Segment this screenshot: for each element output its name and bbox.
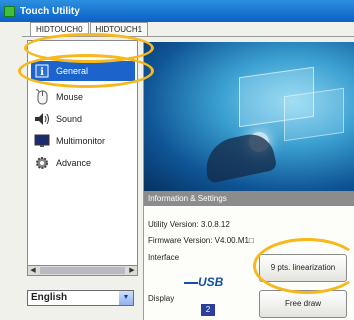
mouse-icon	[33, 89, 51, 105]
sidebar-item-sound[interactable]: Sound	[33, 109, 133, 129]
interface-label: Interface	[148, 253, 180, 262]
sidebar-item-label: Advance	[56, 158, 92, 168]
free-draw-button[interactable]: Free draw	[259, 290, 347, 318]
sidebar-item-multimonitor[interactable]: Multimonitor	[33, 131, 133, 151]
monitor-icon	[33, 133, 51, 149]
sidebar-item-label: Multimonitor	[56, 136, 106, 146]
highlight-ellipse-general	[18, 54, 154, 88]
usb-icon: USB	[198, 275, 224, 289]
chevron-down-icon[interactable]: ▼	[119, 291, 133, 305]
speaker-icon	[33, 111, 51, 127]
utility-version: Utility Version: 3.0.8.12	[148, 220, 230, 229]
section-header: Information & Settings	[144, 191, 354, 206]
usb-icon-line	[184, 282, 198, 284]
sidebar-item-mouse[interactable]: Mouse	[33, 87, 133, 107]
scroll-left-icon[interactable]: ◀	[28, 266, 38, 275]
gear-icon	[33, 155, 51, 171]
sidebar-scrollbar[interactable]: ◀ ▶	[27, 265, 138, 276]
banner-image	[144, 42, 354, 191]
app-icon	[4, 5, 15, 17]
display-number-icon: 2	[201, 304, 215, 316]
scrollbar-thumb[interactable]	[40, 267, 125, 274]
banner-screen	[284, 87, 344, 142]
sidebar-item-label: Sound	[56, 114, 83, 124]
display-label: Display	[148, 294, 175, 303]
title-bar: Touch Utility	[0, 0, 354, 22]
sidebar-item-advance[interactable]: Advance	[33, 153, 133, 173]
firmware-version: Firmware Version: V4.00.M1□	[148, 236, 254, 245]
window-title: Touch Utility	[20, 5, 80, 17]
language-select[interactable]: English ▼	[27, 290, 134, 306]
scroll-right-icon[interactable]: ▶	[127, 266, 137, 275]
language-value: English	[31, 292, 68, 303]
sidebar-item-label: Mouse	[56, 92, 84, 102]
highlight-ellipse-linearization	[253, 238, 354, 294]
